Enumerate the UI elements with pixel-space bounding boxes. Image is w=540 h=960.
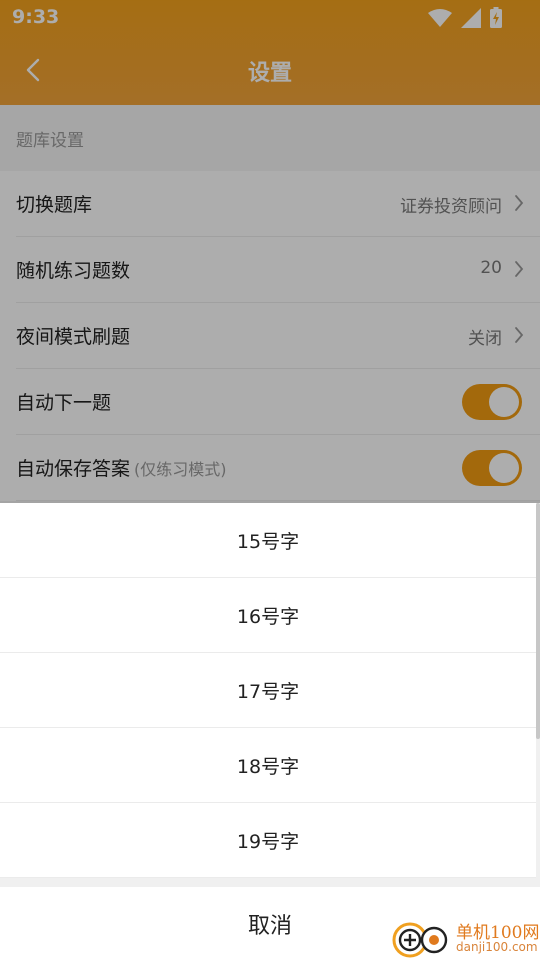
watermark-domain: danji100.com [456,940,538,954]
font-size-option[interactable]: 15号字 [0,503,536,578]
watermark-logo-icon [392,922,448,958]
font-size-sheet: 15号字 16号字 17号字 18号字 19号字 取消 [0,503,540,960]
font-size-option[interactable]: 16号字 [0,578,536,653]
font-size-option[interactable]: 18号字 [0,728,536,803]
site-watermark: 单机100网 danji100.com [390,916,540,960]
sheet-scrollbar[interactable] [536,503,540,739]
font-size-option[interactable]: 19号字 [0,803,536,878]
settings-screen: 9:33 设置 题库设置 切换题库 证券投资顾问 随机练习题数 20 夜间模式刷… [0,0,540,960]
font-size-option[interactable]: 17号字 [0,653,536,728]
